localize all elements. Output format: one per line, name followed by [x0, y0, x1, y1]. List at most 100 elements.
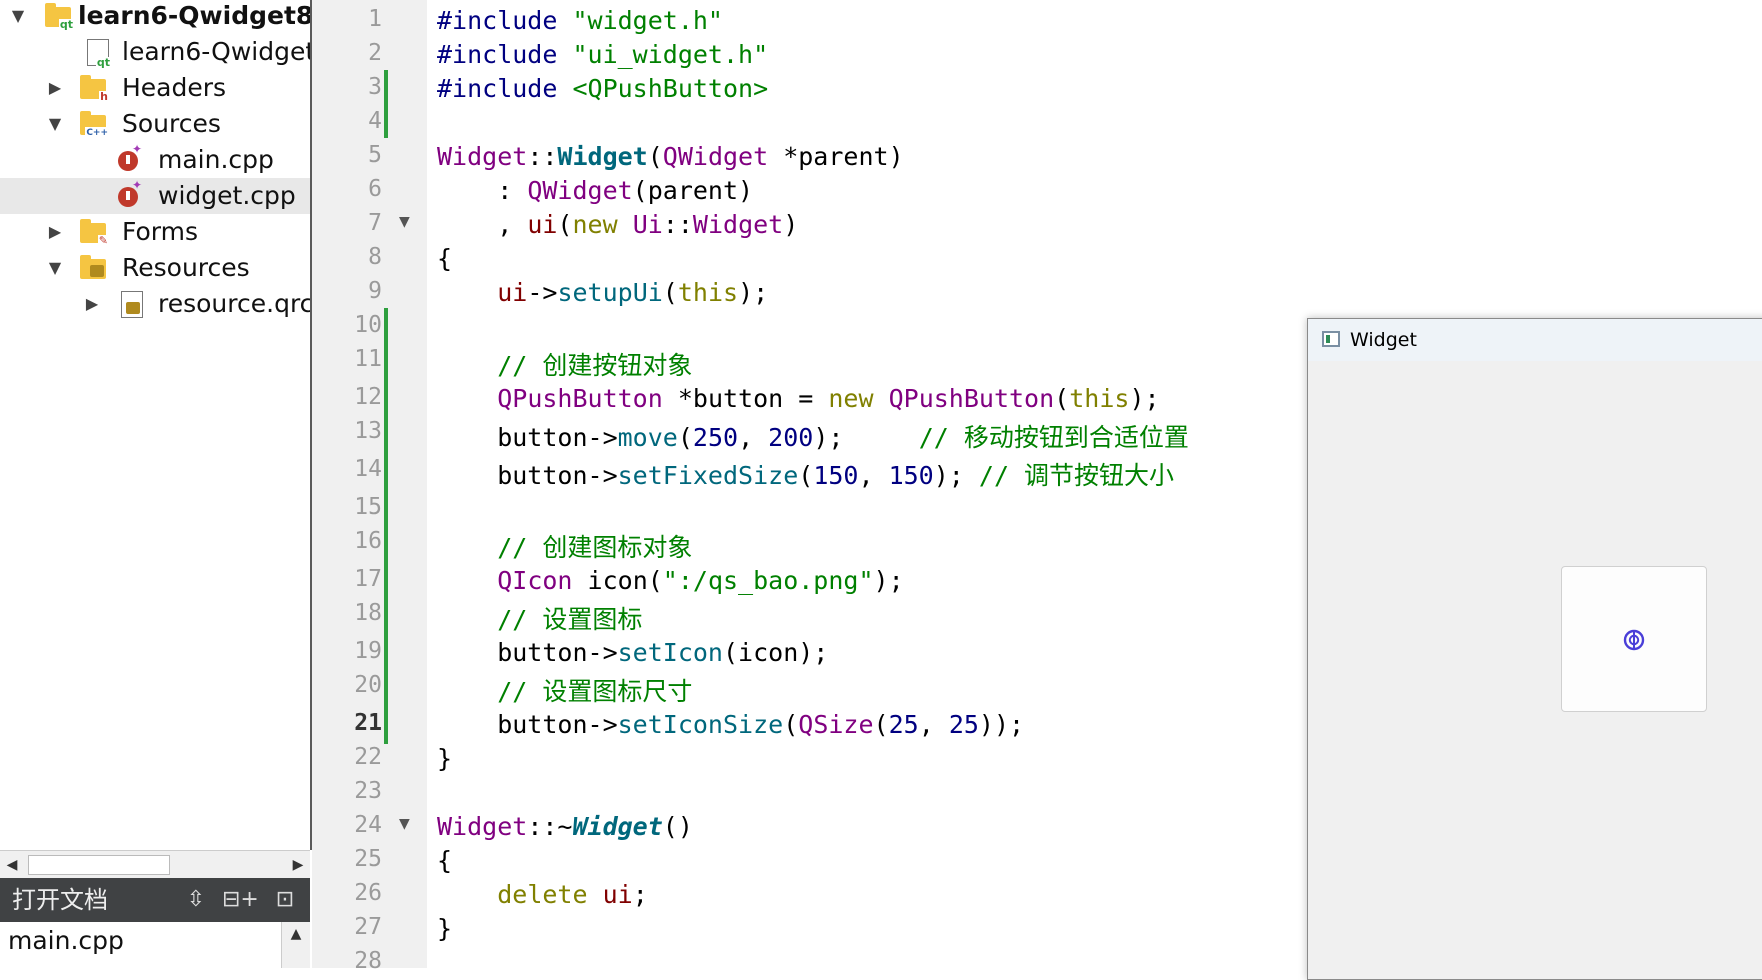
code-token: :: [662, 210, 693, 239]
code-line: #include "ui_widget.h" [437, 40, 768, 69]
tree-item-main-cpp[interactable]: ✦ main.cpp [0, 142, 310, 178]
line-number: 9 [368, 278, 382, 304]
collapse-arrow-icon[interactable]: ▼ [8, 0, 28, 34]
code-line-current: button->setIconSize(QSize(25, 25)); [437, 710, 1024, 739]
scroll-left-icon[interactable]: ◀ [0, 851, 24, 879]
qt-project-folder-icon: qt [45, 3, 74, 31]
code-token: this [677, 278, 739, 307]
code-token: icon( [572, 566, 663, 595]
code-token: ui [602, 880, 633, 909]
code-token: ; [632, 880, 648, 909]
code-token: ); [1129, 384, 1160, 413]
code-line: , ui(new Ui::Widget) [437, 210, 798, 239]
tree-item-sources[interactable]: ▼ C++ Sources [0, 106, 310, 142]
code-token: setIcon [617, 638, 723, 667]
code-comment: // 创建按钮对象 [437, 351, 693, 380]
tree-item-resource-qrc[interactable]: ▶ resource.qrc [0, 286, 310, 322]
sort-updown-icon[interactable]: ⇳ [184, 878, 208, 922]
code-token: #include [437, 6, 573, 35]
code-token: QWidget [527, 176, 633, 205]
current-line-number: 21 [354, 710, 382, 736]
code-token: QIcon [497, 566, 573, 595]
code-token: -> [527, 278, 558, 307]
code-line: button->move(250, 200); // 移动按钮到合适位置 [437, 418, 1189, 454]
code-line: button->setIcon(icon); [437, 638, 828, 667]
headers-folder-icon: h [80, 75, 109, 103]
fold-arrow-icon[interactable]: ▼ [399, 816, 410, 832]
code-line: } [437, 914, 453, 943]
expand-arrow-icon[interactable]: ▶ [82, 286, 102, 322]
split-view-icon[interactable]: ⊟+ [222, 878, 259, 922]
tree-item-label: Sources [122, 109, 221, 138]
widget-window[interactable]: Widget [1307, 318, 1762, 980]
push-button[interactable] [1561, 566, 1707, 712]
code-token: () [662, 812, 693, 841]
tree-item-widget-cpp[interactable]: ✦ widget.cpp [0, 178, 310, 214]
collapse-arrow-icon[interactable]: ▼ [45, 106, 65, 142]
code-line: button->setFixedSize(150, 150); // 调节按钮大… [437, 456, 1174, 492]
tree-horizontal-scrollbar[interactable]: ◀ ▶ [0, 850, 310, 879]
tree-item-headers[interactable]: ▶ h Headers [0, 70, 310, 106]
open-document-item[interactable]: main.cpp [8, 926, 124, 955]
code-token: :: [527, 142, 558, 171]
code-line: delete ui; [437, 880, 648, 909]
cpp-file-icon: ✦ [116, 179, 142, 209]
line-number: 7 [368, 210, 382, 236]
code-token: , [738, 423, 769, 452]
line-number: 15 [354, 494, 382, 520]
code-token: , [858, 461, 889, 490]
code-token: ":/qs_bao.png" [662, 566, 874, 595]
change-marker [384, 308, 388, 744]
qt-pro-file-icon: qt [84, 39, 111, 69]
tree-item-resources[interactable]: ▼ Resources [0, 250, 310, 286]
code-line: Widget::~Widget() [437, 812, 693, 841]
fold-arrow-icon[interactable]: ▼ [399, 214, 410, 230]
scroll-up-icon[interactable]: ▲ [281, 922, 310, 968]
tree-item-project[interactable]: ▼ qt learn6-Qwidget8-F [0, 0, 310, 34]
code-token: setIconSize [617, 710, 784, 739]
code-token: QWidget [662, 142, 769, 171]
code-token: 25 [948, 710, 979, 739]
code-token: Widget [692, 210, 784, 239]
line-number: 22 [354, 744, 382, 770]
line-number: 28 [354, 948, 382, 974]
tree-item-forms[interactable]: ▶ ✎ Forms [0, 214, 310, 250]
tree-item-label: Forms [122, 217, 199, 246]
code-token: QPushButton [497, 384, 663, 413]
code-token: (icon); [722, 638, 829, 667]
code-token: 150 [888, 461, 934, 490]
code-token: 250 [692, 423, 739, 452]
line-number: 4 [368, 108, 382, 134]
code-comment: // 设置图标 [437, 605, 643, 634]
code-token: , [437, 210, 528, 239]
code-token: Widget [437, 142, 528, 171]
code-line: #include <QPushButton> [437, 74, 768, 103]
code-token: , [918, 710, 949, 739]
sources-folder-icon: C++ [80, 111, 109, 139]
line-number: 6 [368, 176, 382, 202]
code-token: 150 [813, 461, 859, 490]
code-token: ( [1054, 384, 1070, 413]
code-token: 25 [888, 710, 919, 739]
tree-item-label: learn6-Qwidget8-F [78, 1, 312, 30]
line-number: 18 [354, 600, 382, 626]
code-line: QPushButton *button = new QPushButton(th… [437, 384, 1160, 413]
line-number: 17 [354, 566, 382, 592]
expand-arrow-icon[interactable]: ▶ [45, 214, 65, 250]
window-titlebar[interactable]: Widget [1308, 319, 1762, 361]
code-line: QIcon icon(":/qs_bao.png"); [437, 566, 903, 595]
close-panel-icon[interactable]: ⊡ [270, 878, 300, 922]
scrollbar-thumb[interactable] [28, 855, 170, 875]
tree-item-pro-file[interactable]: qt learn6-Qwidget8 [0, 34, 310, 70]
scroll-right-icon[interactable]: ▶ [286, 851, 310, 879]
code-line: Widget::Widget(QWidget *parent) [437, 142, 904, 171]
collapse-arrow-icon[interactable]: ▼ [45, 250, 65, 286]
code-line: { [437, 244, 453, 273]
expand-arrow-icon[interactable]: ▶ [45, 70, 65, 106]
forms-folder-icon: ✎ [80, 219, 109, 247]
project-tree: ▼ qt learn6-Qwidget8-F qt learn6-Qwidget… [0, 0, 312, 850]
